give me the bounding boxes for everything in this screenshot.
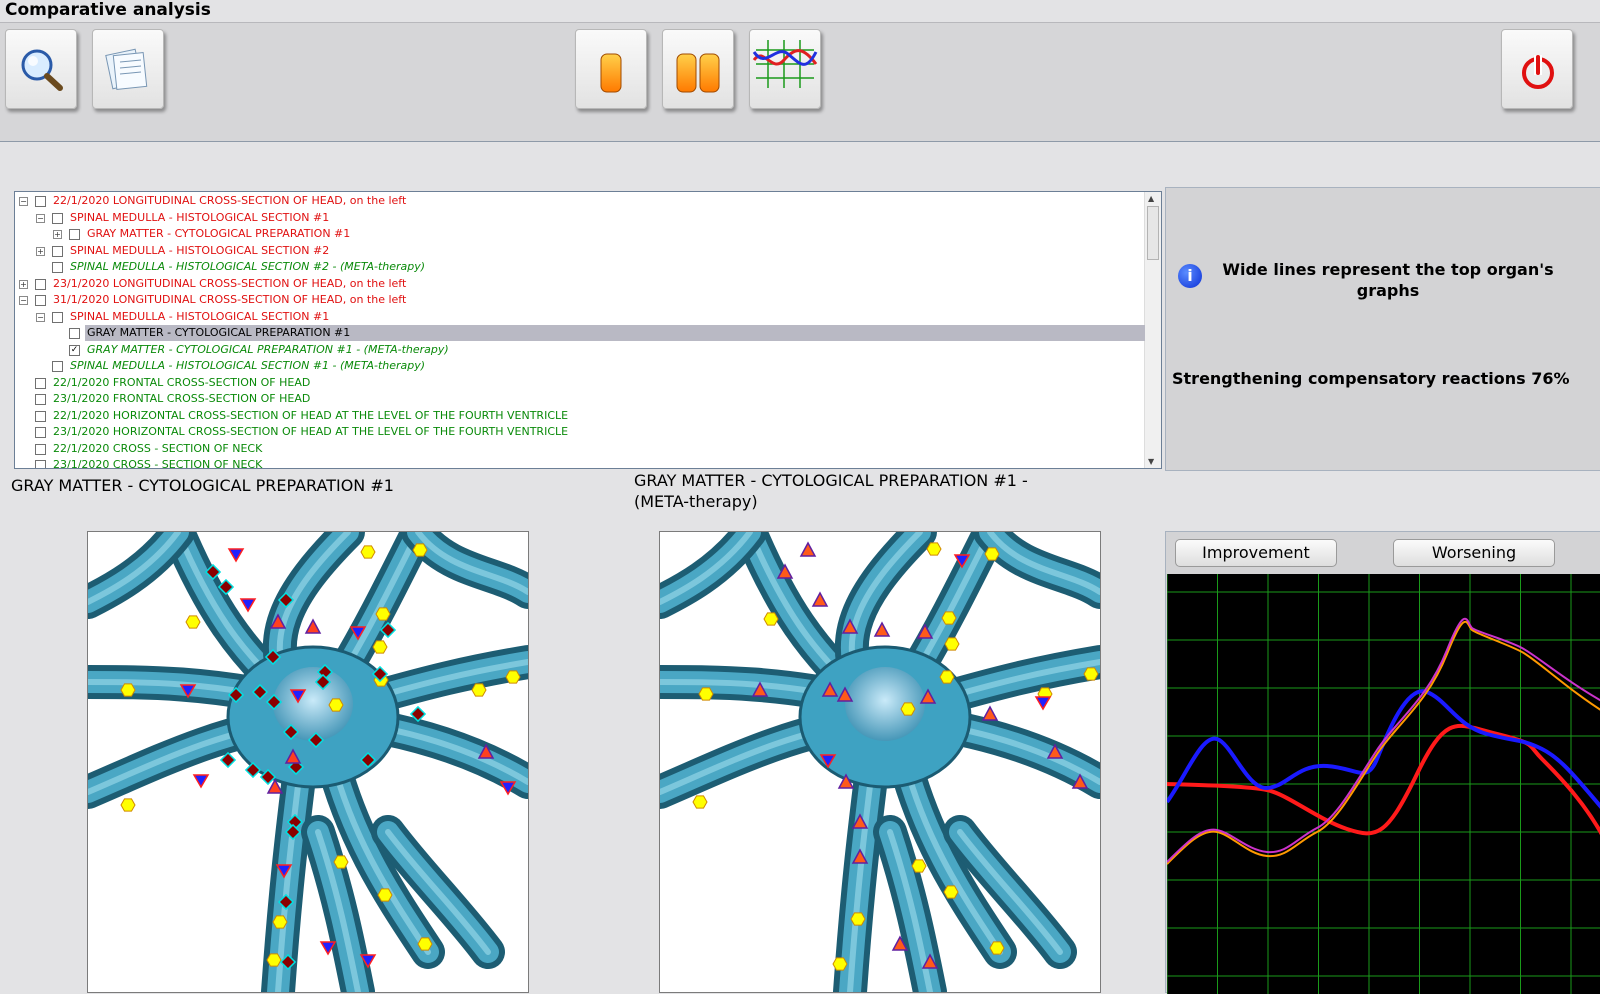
info-icon: i [1178, 264, 1202, 288]
session-tree[interactable]: ▲ ▼ −22/1/2020 LONGITUDINAL CROSS-SECTIO… [14, 191, 1162, 469]
tree-row-label: 22/1/2020 FRONTAL CROSS-SECTION OF HEAD [53, 375, 311, 389]
tree-row-checkbox[interactable] [35, 196, 46, 207]
search-button[interactable] [5, 29, 77, 109]
tree-row-checkbox[interactable] [35, 410, 46, 422]
tree-row[interactable]: 22/1/2020 HORIZONTAL CROSS-SECTION OF HE… [15, 408, 1141, 424]
left-image-panel[interactable] [87, 531, 529, 993]
tree-row[interactable]: − SPINAL MEDULLA - HISTOLOGICAL SECTION #… [15, 309, 1141, 325]
tree-row-label: 22/1/2020 CROSS - SECTION OF NECK [53, 441, 263, 455]
collapse-icon[interactable]: − [19, 197, 28, 206]
reaction-text: Strengthening compensatory reactions 76% [1172, 369, 1570, 388]
power-button[interactable] [1501, 29, 1573, 109]
dual-view-button[interactable] [662, 29, 734, 109]
tree-row-label: GRAY MATTER - CYTOLOGICAL PREPARATION #1… [87, 342, 449, 356]
tree-row-checkbox[interactable] [52, 245, 63, 257]
tree-row[interactable]: − 31/1/2020 LONGITUDINAL CROSS-SECTION OF… [15, 292, 1141, 308]
tree-row[interactable]: SPINAL MEDULLA - HISTOLOGICAL SECTION #1… [15, 358, 1141, 374]
tree-row-label: 23/1/2020 CROSS - SECTION OF NECK [53, 458, 263, 469]
collapse-icon[interactable]: − [36, 213, 45, 223]
tree-row[interactable]: 22/1/2020 CROSS - SECTION OF NECK [15, 441, 1141, 457]
single-capsule-icon [600, 53, 622, 93]
tree-row[interactable]: 23/1/2020 HORIZONTAL CROSS-SECTION OF HE… [15, 424, 1141, 440]
tree-row-checkbox[interactable] [52, 212, 63, 224]
tree-row-checkbox[interactable]: ✓ [69, 344, 80, 356]
tree-row[interactable]: 22/1/2020 FRONTAL CROSS-SECTION OF HEAD [15, 375, 1141, 391]
tree-row-label: SPINAL MEDULLA - HISTOLOGICAL SECTION #1… [70, 359, 426, 372]
tree-row-checkbox[interactable] [52, 361, 63, 372]
tree-row-label: SPINAL MEDULLA - HISTOLOGICAL SECTION #1 [70, 309, 330, 323]
tree-row-checkbox[interactable] [69, 328, 80, 339]
scroll-up-icon[interactable]: ▲ [1148, 194, 1154, 203]
tree-row-checkbox[interactable] [35, 460, 46, 468]
tree-row-checkbox[interactable] [69, 229, 80, 240]
collapse-icon[interactable]: − [36, 312, 45, 322]
graph-icon [752, 40, 818, 88]
tree-row-checkbox[interactable] [35, 278, 46, 290]
tree-row-checkbox[interactable] [35, 377, 46, 389]
single-view-button[interactable] [575, 29, 647, 109]
tree-row[interactable]: +23/1/2020 LONGITUDINAL CROSS-SECTION OF… [15, 276, 1141, 292]
scroll-thumb[interactable] [1147, 206, 1159, 260]
tree-row-label: 23/1/2020 HORIZONTAL CROSS-SECTION OF HE… [53, 425, 569, 438]
tree-row[interactable]: + GRAY MATTER - CYTOLOGICAL PREPARATION #… [15, 226, 1141, 242]
tree-row-label: SPINAL MEDULLA - HISTOLOGICAL SECTION #2… [70, 260, 426, 273]
neuron-image-right [660, 532, 1100, 992]
window-title: Comparative analysis [5, 0, 211, 20]
tree-row-label: 23/1/2020 FRONTAL CROSS-SECTION OF HEAD [53, 392, 311, 405]
tree-row-checkbox[interactable] [52, 311, 63, 323]
expand-icon[interactable]: + [36, 246, 45, 256]
graph-button[interactable] [749, 29, 821, 109]
tree-row-label: SPINAL MEDULLA - HISTOLOGICAL SECTION #1 [70, 210, 330, 224]
notes-icon [105, 48, 148, 91]
left-panel-caption: GRAY MATTER - CYTOLOGICAL PREPARATION #1 [11, 476, 394, 495]
window-titlebar: Comparative analysis [0, 0, 1600, 23]
tree-row[interactable]: − SPINAL MEDULLA - HISTOLOGICAL SECTION #… [15, 210, 1141, 226]
tree-row-label: SPINAL MEDULLA - HISTOLOGICAL SECTION #2 [70, 243, 330, 257]
collapse-icon[interactable]: − [19, 296, 28, 305]
right-image-panel[interactable] [659, 531, 1101, 993]
toolbar [0, 23, 1600, 142]
neuron-image-left [88, 532, 528, 992]
right-panel-caption: GRAY MATTER - CYTOLOGICAL PREPARATION #1… [634, 471, 1028, 511]
scroll-down-icon[interactable]: ▼ [1148, 457, 1154, 466]
worsening-button[interactable]: Worsening [1393, 539, 1555, 567]
tree-row-checkbox[interactable] [52, 262, 63, 273]
notes-button[interactable] [92, 29, 164, 109]
expand-icon[interactable]: + [53, 230, 62, 239]
info-panel: i Wide lines represent the top organ's g… [1165, 187, 1600, 471]
tree-row[interactable]: − 22/1/2020 LONGITUDINAL CROSS-SECTION OF… [15, 193, 1141, 209]
tree-row-checkbox[interactable] [35, 427, 46, 438]
expand-icon[interactable]: + [19, 279, 28, 289]
dynamics-graph [1167, 574, 1600, 994]
tree-row[interactable]: 23/1/2020 FRONTAL CROSS-SECTION OF HEAD [15, 391, 1141, 407]
tree-row[interactable]: 23/1/2020 CROSS - SECTION OF NECK [15, 457, 1141, 469]
tree-row-label: 22/1/2020 HORIZONTAL CROSS-SECTION OF HE… [53, 408, 569, 422]
tree-row-label: GRAY MATTER - CYTOLOGICAL PREPARATION #1 [87, 227, 351, 240]
dynamics-graph-panel: Improvement Worsening [1165, 531, 1600, 994]
tree-row-checkbox[interactable] [35, 394, 46, 405]
improvement-button[interactable]: Improvement [1175, 539, 1337, 567]
tree-row[interactable]: + SPINAL MEDULLA - HISTOLOGICAL SECTION #… [15, 243, 1141, 259]
tree-scrollbar[interactable]: ▲ ▼ [1144, 192, 1161, 468]
power-icon [1522, 55, 1554, 89]
tree-row-checkbox[interactable] [35, 443, 46, 455]
tree-row[interactable]: GRAY MATTER - CYTOLOGICAL PREPARATION #1 [15, 325, 1145, 341]
tree-row[interactable]: ✓ GRAY MATTER - CYTOLOGICAL PREPARATION #… [15, 342, 1141, 358]
tree-row-label: 22/1/2020 LONGITUDINAL CROSS-SECTION OF … [53, 194, 407, 207]
tree-row-label: 23/1/2020 LONGITUDINAL CROSS-SECTION OF … [53, 276, 407, 290]
tree-row[interactable]: SPINAL MEDULLA - HISTOLOGICAL SECTION #2… [15, 259, 1141, 275]
tree-row-checkbox[interactable] [35, 295, 46, 306]
info-message: Wide lines represent the top organ's gra… [1222, 260, 1554, 300]
tree-row-label: 31/1/2020 LONGITUDINAL CROSS-SECTION OF … [53, 293, 407, 306]
dual-capsule-icon [676, 53, 720, 93]
magnifier-icon [21, 49, 63, 91]
tree-row-label: GRAY MATTER - CYTOLOGICAL PREPARATION #1 [85, 325, 1145, 341]
